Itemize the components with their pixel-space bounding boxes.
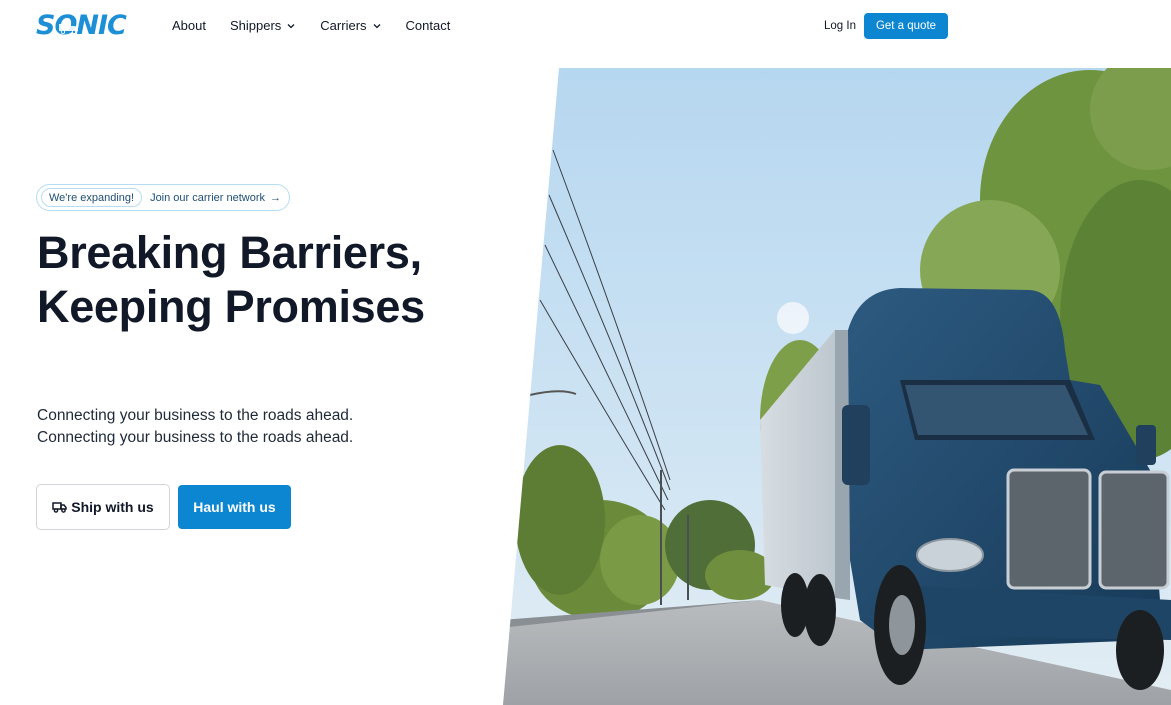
join-network-link: Join our carrier network → [150, 192, 285, 204]
expanding-badge: We're expanding! [41, 188, 143, 207]
arrow-right-icon: → [270, 191, 281, 204]
haul-with-us-button[interactable]: Haul with us [178, 485, 291, 529]
ship-with-us-button[interactable]: Ship with us [36, 484, 170, 530]
truck-icon [52, 502, 68, 513]
hero-truck-image [503, 68, 1171, 705]
hero-subtitle-line2: Connecting your business to the roads ah… [37, 429, 354, 446]
ship-with-us-label: Ship with us [71, 499, 154, 515]
hero-headline: Breaking Barriers, Keeping Promises [37, 227, 425, 332]
carrier-network-banner[interactable]: We're expanding! Join our carrier networ… [36, 184, 290, 211]
join-network-label: Join our carrier network [150, 191, 265, 204]
hero-subtitle: Connecting your business to the roads ah… [37, 405, 353, 449]
hero-subtitle-line1: Connecting your business to the roads ah… [37, 407, 354, 424]
